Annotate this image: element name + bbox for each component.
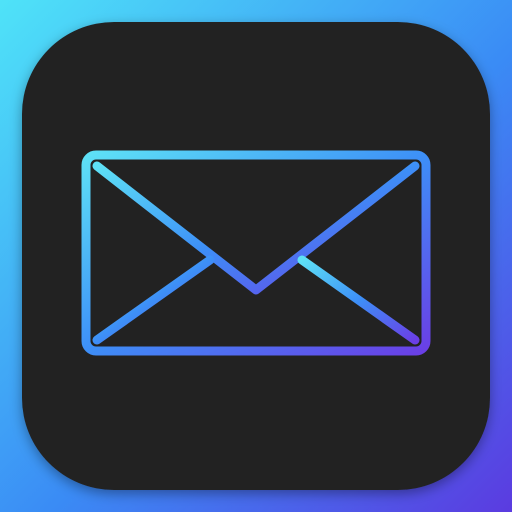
icon-tile: [22, 22, 490, 490]
app-icon-graphic: [0, 0, 512, 512]
app-icon[interactable]: [0, 0, 512, 512]
